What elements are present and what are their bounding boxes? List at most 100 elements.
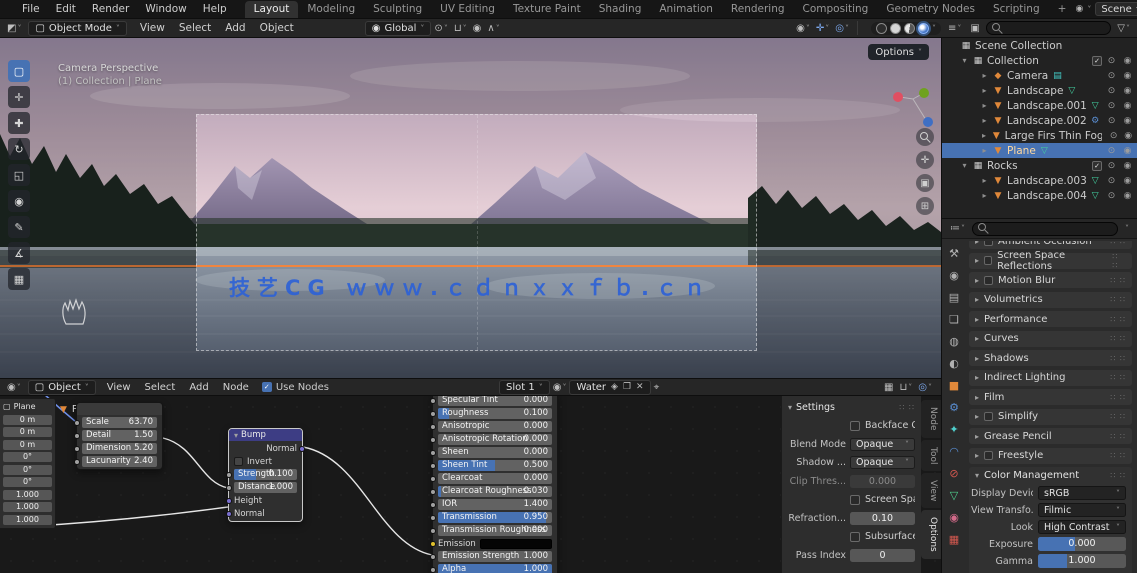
grip-icon[interactable]: ∷ ∷ xyxy=(1110,412,1126,421)
settings-checkbox-row[interactable]: Screen Spa... xyxy=(788,493,915,507)
property-section-header[interactable]: ▸ Screen Space Reflections ∷ ∷ xyxy=(969,250,1132,272)
input-socket[interactable] xyxy=(430,436,436,443)
grip-icon[interactable]: ∷ ∷ xyxy=(1110,276,1126,285)
property-section-header[interactable]: ▸ Motion Blur ∷ ∷ xyxy=(969,272,1132,288)
property-tab[interactable]: ◉ xyxy=(949,511,959,524)
workspace-tab[interactable]: Rendering xyxy=(722,1,794,18)
grip-icon[interactable]: ∷ ∷ xyxy=(1110,334,1126,343)
grip-icon[interactable]: ∷ ∷ xyxy=(1110,295,1126,304)
bump-node-header[interactable]: ▾ Bump xyxy=(229,429,302,441)
tool-button[interactable]: ▦ xyxy=(8,268,30,290)
number-field[interactable]: 1.000 xyxy=(3,489,52,500)
node-slider-row[interactable]: Dimension 5.20 xyxy=(74,443,157,454)
number-field[interactable]: 1.000 xyxy=(3,514,52,525)
bump-node[interactable]: ▾ Bump Normal Invert Strength 0.100 Dist… xyxy=(226,428,305,522)
outliner-item-label[interactable]: Collection xyxy=(987,55,1039,67)
outliner-item-label[interactable]: Rocks xyxy=(987,160,1018,172)
property-section-header[interactable]: ▸ Indirect Lighting ∷ ∷ xyxy=(969,369,1132,386)
collection-checkbox[interactable]: ✓ xyxy=(1092,160,1102,171)
workspace-tab[interactable]: Shading xyxy=(590,1,651,18)
property-tab[interactable]: ▦ xyxy=(949,533,959,546)
dropdown-field[interactable]: Opaque ˅ xyxy=(850,456,915,469)
section-checkbox[interactable] xyxy=(984,256,993,265)
dropdown-field[interactable]: sRGB ˅ xyxy=(1038,486,1126,500)
render-visibility-icon[interactable]: ◉ xyxy=(1121,116,1134,126)
number-field[interactable]: 0° xyxy=(3,452,52,462)
property-section-header[interactable]: ▸ Simplify ∷ ∷ xyxy=(969,408,1132,425)
axis-gizmo[interactable] xyxy=(879,76,939,136)
outliner-item-label[interactable]: Plane xyxy=(1007,145,1036,157)
scene-icon[interactable]: ◉ xyxy=(1075,4,1083,14)
sidebar-tab[interactable]: Node xyxy=(921,400,941,438)
node-row[interactable]: Clearcoat Roughness 0.030 xyxy=(430,486,552,497)
render-visibility-icon[interactable]: ◉ xyxy=(1122,131,1134,141)
expand-arrow-icon[interactable]: ▸ xyxy=(975,373,979,382)
grip-icon[interactable]: ∷ ∷ xyxy=(1110,241,1126,246)
grip-icon[interactable]: ∷ ∷ xyxy=(1110,354,1126,363)
dropdown-field[interactable]: High Contrast ˅ xyxy=(1038,520,1126,534)
section-checkbox[interactable] xyxy=(984,275,994,285)
number-field[interactable]: 0 xyxy=(850,548,915,562)
input-socket[interactable] xyxy=(430,449,436,456)
workspace-tab[interactable]: Animation xyxy=(650,1,722,18)
menu-item[interactable]: Render xyxy=(84,0,137,18)
input-socket[interactable] xyxy=(74,445,80,452)
property-tab[interactable]: ◉ xyxy=(949,269,959,282)
expand-arrow-icon[interactable]: ▸ xyxy=(975,334,979,343)
outliner-search-input[interactable] xyxy=(985,21,1112,35)
property-tab[interactable]: ✦ xyxy=(949,423,958,436)
expand-arrow-icon[interactable]: ▾ xyxy=(960,161,969,170)
menu-item[interactable]: Node xyxy=(216,382,256,393)
snap-magnet-toggle[interactable]: ⊔ ˅ xyxy=(451,23,470,34)
hide-eye-icon[interactable]: ⊙ xyxy=(1105,101,1118,111)
properties-filter-button[interactable]: ˅ xyxy=(1122,224,1132,233)
node-slider-row[interactable]: Detail 1.50 xyxy=(74,430,157,441)
input-socket[interactable] xyxy=(226,471,232,478)
shading-wireframe-button[interactable] xyxy=(876,22,887,34)
render-visibility-icon[interactable]: ◉ xyxy=(1121,146,1134,156)
color-management-header[interactable]: ▾ Color Management ∷ ∷ xyxy=(969,467,1132,483)
grip-icon[interactable]: ∷ ∷ xyxy=(1112,252,1126,270)
tool-button[interactable]: ✚ xyxy=(8,112,30,134)
workspace-tab[interactable]: Scripting xyxy=(984,1,1049,18)
expand-arrow-icon[interactable]: ▸ xyxy=(980,146,989,155)
outliner-row[interactable]: ▦ Scene Collection xyxy=(942,38,1137,53)
property-tab[interactable]: ◍ xyxy=(949,335,959,348)
expand-arrow-icon[interactable]: ▸ xyxy=(975,412,979,421)
chevron-down-icon[interactable]: ˅ xyxy=(932,24,936,33)
input-socket[interactable] xyxy=(430,527,436,534)
expand-arrow-icon[interactable]: ▸ xyxy=(980,116,989,125)
expand-arrow-icon[interactable]: ▸ xyxy=(980,191,989,200)
collapse-icon[interactable]: ▾ xyxy=(234,431,238,440)
show-overlays-toggle[interactable]: ◎ ˅ xyxy=(832,23,852,34)
node-canvas[interactable]: ▢ Plane 0 m 0 m 0 m 0° 0° 0° 1.000 1.000 1.000 ▼… xyxy=(0,396,941,573)
collection-checkbox[interactable]: ✓ xyxy=(1092,55,1102,66)
snapping-grid-button[interactable]: ▦ xyxy=(881,382,896,393)
menu-item[interactable]: Object xyxy=(253,22,301,34)
tool-button[interactable]: ◱ xyxy=(8,164,30,186)
render-visibility-icon[interactable]: ◉ xyxy=(1121,56,1134,66)
shading-rendered-button[interactable] xyxy=(918,22,929,34)
sidebar-tab[interactable]: Options xyxy=(921,510,941,560)
input-socket[interactable] xyxy=(74,458,80,465)
outliner-display-mode-button[interactable]: ≡ ˅ xyxy=(945,23,964,34)
material-browse-button[interactable]: ◉ ˅ xyxy=(550,382,570,393)
outliner-item-label[interactable]: Scene Collection xyxy=(975,40,1062,52)
hide-eye-icon[interactable]: ⊙ xyxy=(1105,176,1118,186)
property-section-header[interactable]: ▸ Ambient Occlusion ∷ ∷ xyxy=(969,241,1132,249)
menu-item[interactable]: File xyxy=(14,0,48,18)
outliner-filter-button[interactable]: ▽ ˅ xyxy=(1114,23,1133,34)
checkbox[interactable] xyxy=(850,420,860,431)
input-socket[interactable] xyxy=(430,423,436,430)
expand-arrow-icon[interactable]: ▸ xyxy=(980,101,989,110)
node-row[interactable]: Transmission 0.950 xyxy=(430,512,552,523)
node-slider-row[interactable]: Scale 63.70 xyxy=(74,417,157,428)
menu-item[interactable]: View xyxy=(100,382,138,393)
pin-button[interactable]: ⌖ xyxy=(651,382,663,393)
outliner-row[interactable]: ▸ ▼ Landscape.003 ▽ ⊙ ◉ xyxy=(942,173,1137,188)
input-socket[interactable] xyxy=(226,510,232,517)
menu-item[interactable]: Select xyxy=(172,22,218,34)
property-tab[interactable]: ⚒ xyxy=(949,247,959,260)
hide-eye-icon[interactable]: ⊙ xyxy=(1105,116,1118,126)
number-field[interactable]: 0.000 xyxy=(850,474,915,488)
